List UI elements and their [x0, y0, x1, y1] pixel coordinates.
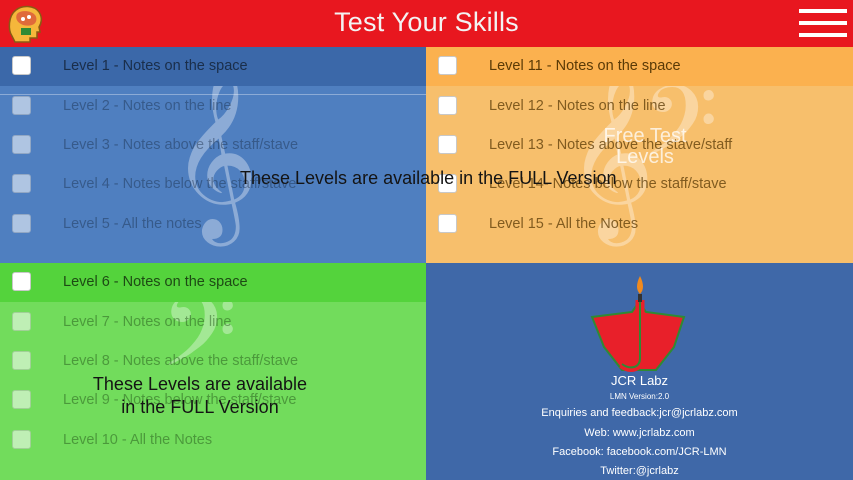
level-checkbox[interactable]	[12, 56, 31, 75]
level-checkbox[interactable]	[12, 351, 31, 370]
level-label: Level 10 - All the Notes	[63, 432, 213, 448]
level-label: Level 8 - Notes above the staff/stave	[63, 353, 299, 369]
level-checkbox[interactable]	[12, 214, 31, 233]
level-checkbox[interactable]	[438, 56, 457, 75]
level-row[interactable]: Level 15 - All the Notes	[426, 205, 853, 244]
levels-green-panel: 𝄢 Level 6 - Notes on the space Level 7 -…	[0, 263, 426, 480]
hamburger-menu-icon[interactable]	[799, 9, 847, 39]
level-checkbox[interactable]	[438, 96, 457, 115]
level-label: Level 12 - Notes on the line	[489, 98, 666, 114]
level-label: Level 6 - Notes on the space	[63, 274, 248, 290]
level-label: Level 15 - All the Notes	[489, 216, 639, 232]
company-name: JCR Labz	[610, 373, 669, 388]
app-version: LMN Version:2.0	[609, 392, 670, 401]
level-label: Level 2 - Notes on the line	[63, 98, 232, 114]
page-title: Test Your Skills	[334, 7, 519, 37]
level-checkbox[interactable]	[438, 135, 457, 154]
level-row[interactable]: Level 5 - All the notes	[0, 205, 426, 244]
level-checkbox[interactable]	[12, 96, 31, 115]
level-label: Level 7 - Notes on the line	[63, 314, 232, 330]
full-version-notice: These Levels are available in the FULL V…	[240, 168, 617, 188]
level-label: Level 11 - Notes on the space	[489, 58, 681, 74]
level-row[interactable]: Level 2 - Notes on the line	[0, 87, 426, 126]
level-label: Level 1 - Notes on the space	[63, 58, 248, 74]
level-checkbox[interactable]	[438, 214, 457, 233]
free-test-watermark: Free Test Levels	[603, 125, 687, 168]
level-checkbox[interactable]	[12, 430, 31, 449]
level-row[interactable]: Level 12 - Notes on the line	[426, 87, 853, 126]
jcr-labz-logo-icon	[590, 276, 686, 372]
level-row[interactable]: Level 3 - Notes above the staff/stave	[0, 126, 426, 165]
header-bar: Test Your Skills	[0, 0, 853, 47]
level-checkbox[interactable]	[12, 312, 31, 331]
level-checkbox[interactable]	[12, 272, 31, 291]
twitter-link[interactable]: Twitter:@jcrlabz	[426, 465, 853, 477]
level-checkbox[interactable]	[12, 174, 31, 193]
levels-blue-panel: 𝄞 Level 1 - Notes on the space Level 2 -…	[0, 47, 426, 263]
level-row[interactable]: Level 10 - All the Notes	[0, 421, 426, 460]
level-label: Level 5 - All the notes	[63, 216, 202, 232]
level-row[interactable]: Level 1 - Notes on the space	[0, 47, 426, 86]
level-row[interactable]: Level 7 - Notes on the line	[0, 303, 426, 342]
facebook-link[interactable]: Facebook: facebook.com/JCR-LMN	[426, 446, 853, 458]
level-row[interactable]: Level 11 - Notes on the space	[426, 47, 853, 86]
enquiries-link[interactable]: Enquiries and feedback:jcr@jcrlabz.com	[426, 407, 853, 419]
level-label: Level 3 - Notes above the staff/stave	[63, 137, 299, 153]
level-row[interactable]: Level 6 - Notes on the space	[0, 263, 426, 302]
web-link[interactable]: Web: www.jcrlabz.com	[426, 427, 853, 439]
full-version-notice-green: These Levels are available in the FULL Ve…	[92, 374, 308, 417]
level-checkbox[interactable]	[12, 135, 31, 154]
